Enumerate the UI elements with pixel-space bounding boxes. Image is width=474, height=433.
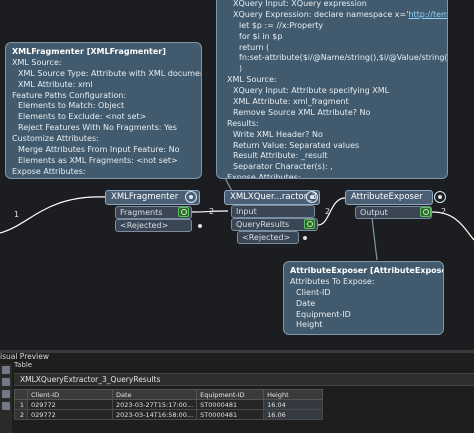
tooltip-lines: XML Source: XML Source Type: Attribute wi… — [12, 57, 202, 179]
preview-table: Client-ID Date Equipment-ID Height 1 029772 2… — [14, 389, 324, 420]
port-label: Input — [236, 207, 257, 216]
tooltip-line: Return Value: Separated values — [233, 140, 360, 150]
port-label: QueryResults — [236, 220, 290, 229]
tooltip-attribute-item: Date — [296, 298, 316, 308]
tooltip-line: Remove Source XML Attribute? No — [233, 107, 371, 117]
preview-side-toolbar — [0, 364, 12, 433]
tooltip-line: Elements to Match: Object — [18, 101, 125, 111]
inspect-icon[interactable] — [420, 207, 431, 217]
tooltip-lines: let $p := //x:Property for $i in $p return… — [227, 20, 448, 179]
output-port-rejected[interactable]: <Rejected> — [115, 219, 192, 232]
tab-table[interactable]: Table — [14, 361, 32, 369]
tooltip-line: XQuery Input: Attribute specifying XML — [233, 86, 390, 96]
tooltip-line: XML Source: — [12, 57, 62, 67]
table-cell[interactable]: 2023-03-14T16:58:00... — [111, 409, 198, 420]
connection-count: 1 — [14, 210, 20, 219]
tooltip-line: return ( — [239, 42, 270, 52]
table-view-icon[interactable] — [2, 366, 10, 374]
tooltip-line: Elements as XML Fragments: <not set> — [18, 155, 178, 165]
tooltip-items: Client-ID Date Equipment-ID Height — [290, 288, 437, 332]
xquery-tooltip: XQuery Input: XQuery expression XQuery E… — [216, 0, 448, 179]
connection-count: 2 — [209, 207, 215, 216]
tooltip-heading: Attributes To Expose: — [290, 276, 375, 286]
connection-count: 2 — [441, 207, 447, 216]
node-label: XMLFragmenter — [111, 192, 179, 202]
query-name-bar: XMLXQueryExtractor_3_QueryResults — [14, 373, 474, 386]
tooltip-line: XML Source: — [227, 75, 277, 85]
tooltip-line: XQuery Expression: declare namespace x='… — [227, 9, 447, 21]
column-header[interactable]: Height — [263, 389, 324, 400]
table-cell[interactable]: 029772 — [27, 409, 113, 420]
tooltip-line: Feature Paths Configuration: — [12, 90, 127, 100]
port-label: Fragments — [120, 208, 163, 217]
tooltip-line: Write XML Header? No — [233, 129, 323, 139]
tooltip-line: Results: — [227, 118, 259, 128]
tooltip-attribute-item: Client-ID — [296, 287, 331, 297]
inspect-icon[interactable] — [304, 219, 315, 229]
gear-icon[interactable] — [434, 191, 446, 203]
table-cell[interactable]: 2023-03-27T15:17:00... — [111, 399, 198, 410]
table-cell[interactable]: ST0000481 — [196, 409, 265, 420]
input-port[interactable]: Input — [231, 205, 315, 218]
tooltip-text: XQuery Expression: declare namespace x=' — [233, 9, 409, 19]
table-cell[interactable]: 16.06 — [263, 409, 324, 420]
tooltip-line: Separator Character(s): , — [233, 162, 333, 172]
tooltip-line: for $i in $p — [239, 31, 283, 41]
connection-count: 2 — [325, 207, 331, 216]
tooltip-line: let $p := //x:Property — [239, 20, 324, 30]
port-label: <Rejected> — [242, 233, 291, 242]
table-cell[interactable]: 029772 — [27, 399, 113, 410]
tooltip-title: AttributeExposer [AttributeExposer] — [290, 266, 444, 275]
port-dot — [198, 224, 202, 228]
tooltip-line: Expose Attributes: — [227, 173, 301, 179]
settings-icon[interactable] — [2, 390, 10, 398]
tooltip-line: fn:set-attribute($i/@Name/string(),$i/@V… — [239, 53, 448, 63]
node-label: XMLXQuer...ractor_3 — [230, 192, 317, 202]
query-name: XMLXQueryExtractor_3_QueryResults — [20, 375, 161, 384]
table-row[interactable]: 2 029772 2023-03-14T16:58:00... ST0000481 16… — [14, 409, 324, 420]
port-label: <Rejected> — [120, 221, 169, 230]
namespace-link[interactable]: http://tempuri.org/ — [408, 10, 447, 19]
panel-divider[interactable] — [0, 350, 474, 353]
row-number: 1 — [14, 399, 28, 410]
attributeexposer-node[interactable]: AttributeExposer — [345, 190, 433, 205]
attributeexposer-tooltip: AttributeExposer [AttributeExposer] Attr… — [283, 261, 444, 335]
tooltip-attribute-item: Height — [296, 320, 323, 330]
tooltip-line: XML Attribute: xml — [18, 79, 93, 89]
xmlfragmenter-tooltip: XMLFragmenter [XMLFragmenter] XML Source… — [5, 42, 202, 179]
table-cell[interactable]: 16.04 — [263, 399, 324, 410]
tooltip-line: XML Attribute: xml_fragment — [233, 97, 349, 107]
tooltip-attribute-item: Equipment-ID — [296, 309, 351, 319]
workspace-canvas[interactable]: XMLFragmenter [XMLFragmenter] XML Source… — [0, 0, 474, 350]
column-header[interactable]: Date — [111, 389, 198, 400]
tooltip-line: Elements to Exclude: <not set> — [18, 112, 147, 122]
port-label: Output — [360, 208, 388, 217]
inspect-icon[interactable] — [178, 207, 189, 217]
tooltip-line: Reject Features With No Fragments: Yes — [18, 123, 177, 133]
gear-icon[interactable] — [185, 191, 197, 203]
tooltip-line: Result Attribute: _result — [233, 151, 328, 161]
table-cell[interactable]: ST0000481 — [196, 399, 265, 410]
column-header[interactable]: Client-ID — [27, 389, 113, 400]
port-dot — [303, 236, 307, 240]
tooltip-line: ) — [239, 64, 243, 74]
column-header[interactable]: Equipment-ID — [196, 389, 265, 400]
node-label: AttributeExposer — [351, 192, 423, 202]
table-row[interactable]: 1 029772 2023-03-27T15:17:00... ST0000481 16… — [14, 399, 324, 410]
tooltip-line: Merge Attributes From Input Feature: No — [18, 145, 180, 155]
gear-icon[interactable] — [306, 191, 318, 203]
tooltip-line: Customize Attributes: — [12, 134, 99, 144]
output-port-rejected[interactable]: <Rejected> — [237, 231, 299, 244]
filter-icon[interactable] — [2, 378, 10, 386]
row-number: 2 — [14, 409, 28, 420]
row-number-header — [14, 389, 28, 400]
tooltip-title: XMLFragmenter [XMLFragmenter] — [12, 47, 166, 56]
tooltip-line: Attributes to Expose: <not set> — [12, 178, 195, 179]
tooltip-line: XML Source Type: Attribute with XML docu… — [18, 68, 202, 78]
visual-preview-title: isual Preview — [0, 352, 50, 361]
tooltip-line: Expose Attributes: — [12, 166, 86, 176]
tooltip-line: XQuery Input: XQuery expression — [233, 0, 367, 8]
grid-icon[interactable] — [2, 402, 10, 410]
